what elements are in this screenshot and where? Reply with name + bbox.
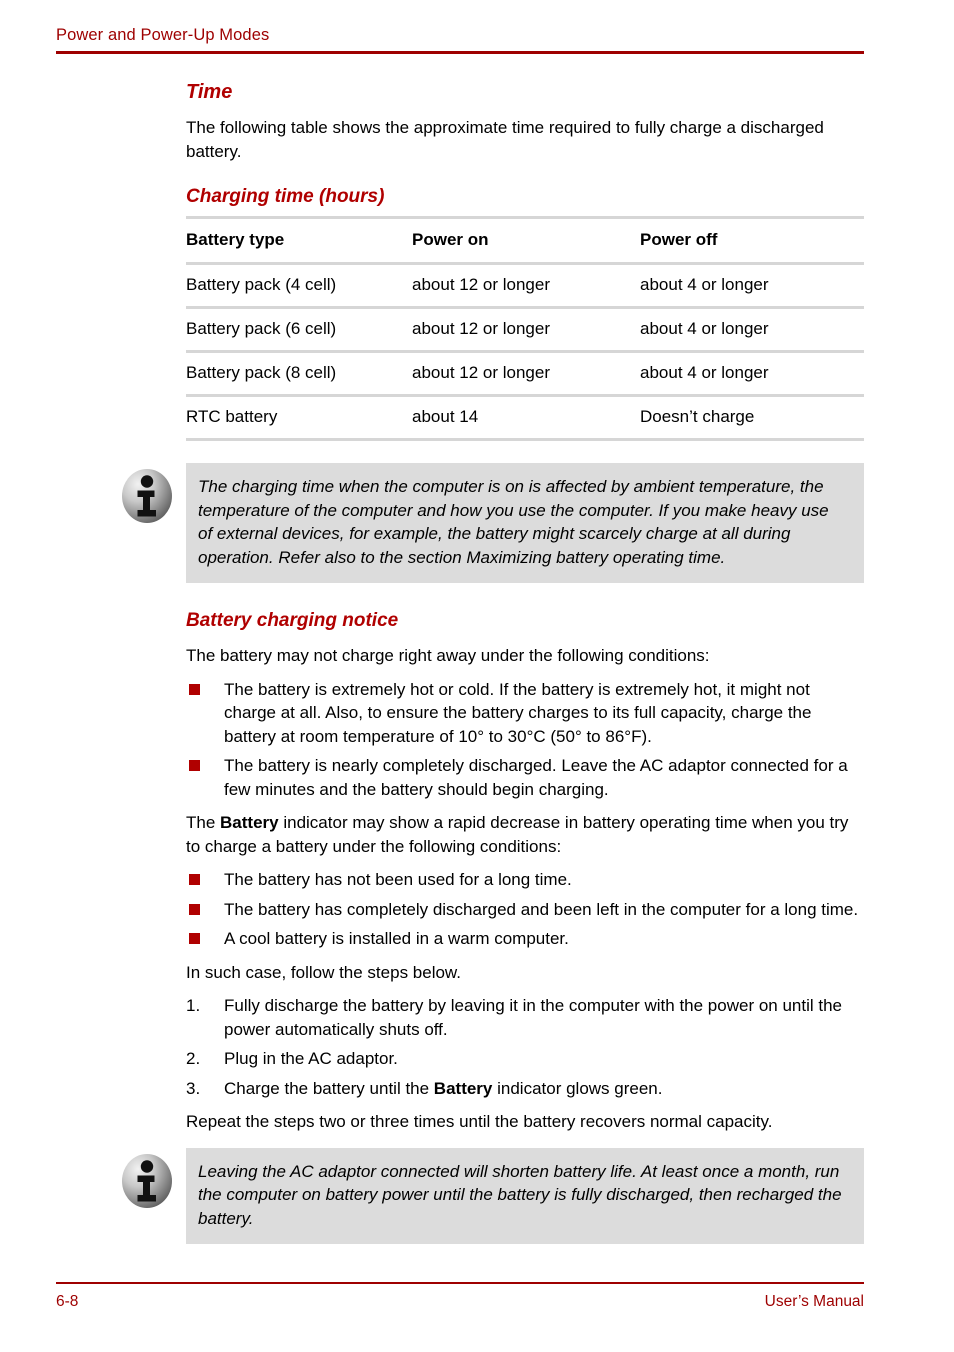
bold-term-battery: Battery	[433, 1078, 493, 1098]
cell-power-off: Doesn’t charge	[640, 407, 755, 426]
list-item-text: The battery is extremely hot or cold. If…	[224, 679, 812, 746]
list-item-text: A cool battery is installed in a warm co…	[224, 929, 569, 948]
section-heading-time: Time	[186, 81, 233, 103]
subsection-heading-battery-charging-notice: Battery charging notice	[186, 610, 399, 631]
subsection-heading-charging-time: Charging time (hours)	[186, 186, 385, 207]
charging-time-table: Battery type Power on Power off Battery …	[186, 216, 864, 441]
bullet-list-charging-conditions: The battery is extremely hot or cold. If…	[186, 678, 864, 802]
list-item-text: The battery has not been used for a long…	[224, 870, 572, 889]
time-intro-paragraph: The following table shows the approximat…	[186, 118, 824, 161]
repeat-steps-paragraph: Repeat the steps two or three times unti…	[186, 1112, 773, 1131]
table-row: RTC battery about 14 Doesn’t charge	[186, 397, 864, 438]
note-text: The charging time when the computer is o…	[198, 477, 829, 567]
bullet-square-icon	[189, 933, 200, 944]
list-item: 1. Fully discharge the battery by leavin…	[186, 994, 864, 1041]
running-header: Power and Power-Up Modes	[56, 25, 864, 54]
numbered-steps-list: 1. Fully discharge the battery by leavin…	[186, 994, 864, 1100]
cell-battery-type: Battery pack (6 cell)	[186, 319, 337, 338]
cell-power-on: about 12 or longer	[412, 319, 550, 338]
cell-power-on: about 12 or longer	[412, 363, 550, 382]
content-column: Time The following table shows the appro…	[122, 80, 864, 1244]
bullet-square-icon	[189, 683, 200, 695]
page-number: 6-8	[56, 1292, 79, 1310]
list-item: A cool battery is installed in a warm co…	[186, 927, 864, 951]
bold-term-battery: Battery	[220, 813, 279, 832]
cell-power-on: about 14	[412, 407, 479, 426]
bullet-list-indicator-conditions: The battery has not been used for a long…	[186, 868, 864, 951]
table-header-row: Battery type Power on Power off	[186, 219, 864, 262]
footer-divider	[56, 1282, 864, 1284]
manual-label: User’s Manual	[764, 1292, 864, 1310]
header-title: Power and Power-Up Modes	[56, 26, 270, 44]
list-item-text: The battery has completely discharged an…	[224, 899, 859, 919]
cell-battery-type: Battery pack (8 cell)	[186, 363, 337, 382]
battery-indicator-paragraph: The Battery indicator may show a rapid d…	[186, 811, 864, 858]
note-block-charging-time: The charging time when the computer is o…	[122, 463, 864, 583]
step-text-after: indicator glows green.	[492, 1078, 663, 1098]
cell-power-on: about 12 or longer	[412, 275, 550, 294]
column-header-power-on: Power on	[412, 230, 489, 249]
note-body: The charging time when the computer is o…	[186, 463, 864, 583]
list-item: 2. Plug in the AC adaptor.	[186, 1047, 864, 1071]
info-icon	[118, 1152, 176, 1210]
column-header-battery-type: Battery type	[186, 230, 285, 249]
table-row: Battery pack (8 cell) about 12 or longer…	[186, 353, 864, 394]
bullet-square-icon	[189, 903, 200, 915]
note-body: Leaving the AC adaptor connected will sh…	[186, 1147, 864, 1244]
step-number: 1.	[186, 996, 201, 1015]
step-number: 3.	[186, 1078, 201, 1098]
paragraph-text-before: The	[186, 813, 221, 832]
table-row: Battery pack (6 cell) about 12 or longer…	[186, 309, 864, 350]
list-item: The battery has completely discharged an…	[186, 898, 864, 922]
list-item: The battery is nearly completely dischar…	[186, 754, 864, 801]
column-header-power-off: Power off	[640, 230, 718, 249]
list-item: The battery is extremely hot or cold. If…	[186, 678, 864, 749]
cell-power-off: about 4 or longer	[640, 319, 769, 338]
list-item-text: The battery is nearly completely dischar…	[224, 756, 848, 799]
page-footer: 6-8 User’s Manual	[56, 1282, 864, 1311]
header-divider	[56, 51, 864, 54]
cell-battery-type: Battery pack (4 cell)	[186, 275, 337, 294]
battery-notice-intro: The battery may not charge right away un…	[186, 646, 710, 665]
document-page: Power and Power-Up Modes Time The follow…	[0, 0, 954, 1352]
note-text: Leaving the AC adaptor connected will sh…	[198, 1161, 842, 1228]
step-text: Plug in the AC adaptor.	[224, 1049, 398, 1068]
info-icon	[118, 467, 176, 525]
cell-battery-type: RTC battery	[186, 407, 278, 426]
paragraph-text-after: indicator may show a rapid decrease in b…	[186, 813, 849, 856]
table-row: Battery pack (4 cell) about 12 or longer…	[186, 265, 864, 306]
step-text: Fully discharge the battery by leaving i…	[224, 996, 843, 1039]
bullet-square-icon	[189, 760, 200, 771]
step-number: 2.	[186, 1049, 201, 1068]
list-item: 3. Charge the battery until the Battery …	[186, 1077, 864, 1101]
cell-power-off: about 4 or longer	[640, 275, 769, 294]
cell-power-off: about 4 or longer	[640, 363, 769, 382]
step-text-before: Charge the battery until the	[224, 1078, 434, 1098]
list-item: The battery has not been used for a long…	[186, 868, 864, 892]
bullet-square-icon	[189, 874, 200, 885]
note-block-ac-adaptor: Leaving the AC adaptor connected will sh…	[122, 1147, 864, 1244]
steps-intro-paragraph: In such case, follow the steps below.	[186, 962, 461, 982]
